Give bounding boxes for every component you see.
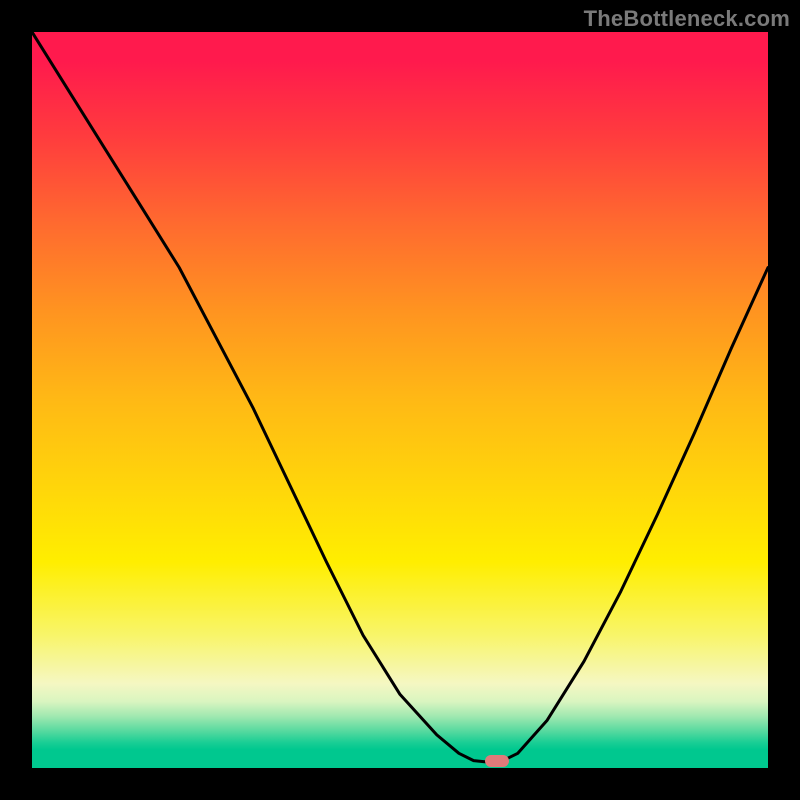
background-gradient bbox=[32, 32, 768, 768]
watermark-text: TheBottleneck.com bbox=[584, 6, 790, 32]
plot-area bbox=[32, 32, 768, 768]
chart-stage: TheBottleneck.com bbox=[0, 0, 800, 800]
